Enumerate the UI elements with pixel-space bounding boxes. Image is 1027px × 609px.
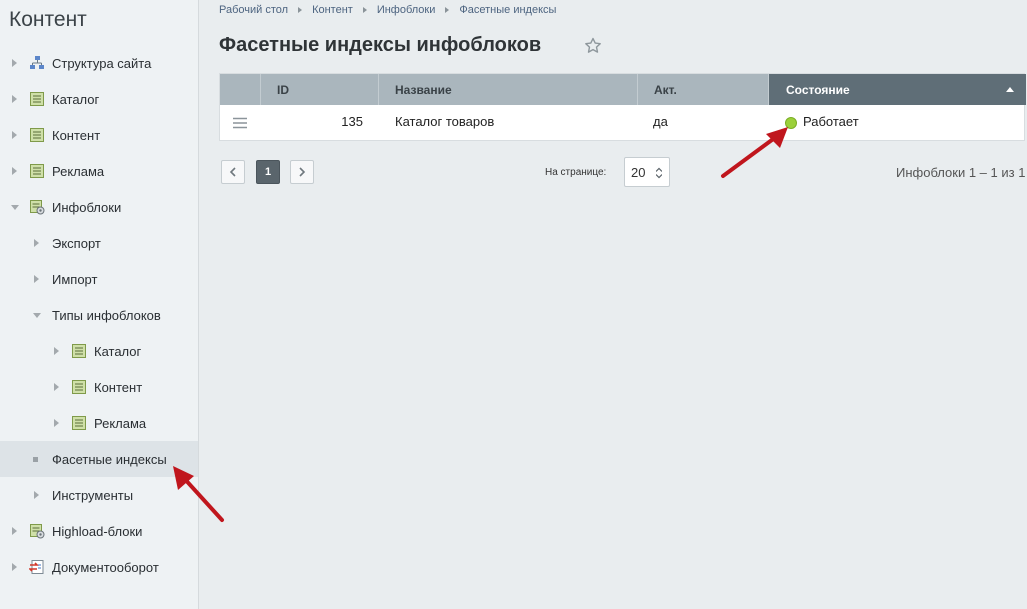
- sidebar-item-label: Контент: [52, 127, 101, 143]
- sidebar-item-label: Инфоблоки: [52, 199, 122, 215]
- sidebar-item-type-ads[interactable]: Реклама: [0, 405, 198, 441]
- sidebar-item-catalog[interactable]: Каталог: [0, 81, 198, 117]
- expand-arrow-icon[interactable]: [34, 491, 39, 499]
- cell-name: Каталог товаров: [395, 114, 495, 129]
- sidebar-item-label: Реклама: [94, 415, 147, 431]
- sidebar-item-label: Реклама: [52, 163, 105, 179]
- cell-id: 135: [341, 114, 363, 129]
- sidebar-item-content[interactable]: Контент: [0, 117, 198, 153]
- sidebar-item-label: Каталог: [52, 91, 100, 107]
- cell-status: Работает: [803, 114, 859, 129]
- breadcrumb-separator-icon: [298, 7, 303, 13]
- document-list-icon: [30, 92, 44, 106]
- expand-arrow-icon[interactable]: [34, 275, 39, 283]
- breadcrumb-separator-icon: [445, 7, 450, 13]
- document-list-icon: [72, 416, 86, 430]
- breadcrumb-separator-icon: [362, 7, 367, 13]
- site-structure-icon: [30, 56, 44, 69]
- favorite-star-icon[interactable]: [584, 37, 602, 55]
- column-header-active[interactable]: Акт.: [638, 74, 769, 105]
- chevron-right-icon: [299, 167, 306, 177]
- chevron-left-icon: [229, 167, 236, 177]
- document-list-icon: [30, 128, 44, 142]
- sidebar-item-type-content[interactable]: Контент: [0, 369, 198, 405]
- sidebar-item-label: Контент: [94, 379, 143, 395]
- row-menu-icon[interactable]: [233, 117, 247, 129]
- grid-header: ID Название Акт. Состояние: [220, 74, 1026, 105]
- grid-header-actions: [220, 74, 261, 105]
- sidebar-item-workflow[interactable]: Документооборот: [0, 549, 198, 585]
- collapse-arrow-icon[interactable]: [33, 313, 41, 318]
- breadcrumb-link-iblocks[interactable]: Инфоблоки: [377, 4, 436, 16]
- next-page-button[interactable]: [290, 160, 314, 184]
- sidebar-item-label: Инструменты: [52, 487, 134, 503]
- expand-arrow-icon[interactable]: [54, 419, 59, 427]
- sidebar-item-iblock-types[interactable]: Типы инфоблоков: [0, 297, 198, 333]
- expand-arrow-icon[interactable]: [12, 59, 17, 67]
- sidebar-item-label: Структура сайта: [52, 55, 152, 71]
- breadcrumb-link-content[interactable]: Контент: [312, 4, 353, 16]
- iblock-gear-icon: [30, 524, 45, 539]
- bullet-icon: [33, 457, 38, 462]
- cell-active: да: [653, 114, 668, 129]
- expand-arrow-icon[interactable]: [54, 347, 59, 355]
- sort-asc-icon: [1006, 87, 1014, 92]
- sidebar-item-label: Документооборот: [52, 559, 159, 575]
- column-header-name[interactable]: Название: [379, 74, 638, 105]
- annotation-arrow-facet: [173, 466, 224, 522]
- expand-arrow-icon[interactable]: [12, 167, 17, 175]
- per-page-label: На странице:: [545, 167, 607, 178]
- sidebar-item-export[interactable]: Экспорт: [0, 225, 198, 261]
- sidebar-title: Контент: [9, 8, 87, 31]
- sidebar-item-iblocks[interactable]: Инфоблоки: [0, 189, 198, 225]
- workflow-icon: [29, 560, 44, 574]
- iblock-gear-icon: [30, 200, 45, 215]
- collapse-arrow-icon[interactable]: [11, 205, 19, 210]
- pagination-total: Инфоблоки 1 – 1 из 1: [896, 165, 1026, 180]
- sidebar-item-label: Экспорт: [52, 235, 101, 251]
- page-title: Фасетные индексы инфоблоков: [219, 34, 542, 56]
- expand-arrow-icon[interactable]: [34, 239, 39, 247]
- per-page-value: 20: [631, 164, 646, 180]
- document-list-icon: [72, 344, 86, 358]
- sidebar-item-label: Фасетные индексы: [52, 451, 167, 467]
- page-button-current[interactable]: 1: [256, 160, 280, 184]
- breadcrumb-link-desktop[interactable]: Рабочий стол: [219, 4, 288, 16]
- breadcrumb-link-facet-indexes[interactable]: Фасетные индексы: [459, 4, 556, 16]
- per-page-select[interactable]: 20: [624, 157, 670, 187]
- column-header-status-label: Состояние: [786, 82, 850, 97]
- sidebar-item-type-catalog[interactable]: Каталог: [0, 333, 198, 369]
- expand-arrow-icon[interactable]: [54, 383, 59, 391]
- expand-arrow-icon[interactable]: [12, 95, 17, 103]
- document-list-icon: [30, 164, 44, 178]
- select-arrows-icon: [656, 167, 662, 179]
- breadcrumb: Рабочий стол Контент Инфоблоки Фасетные …: [219, 4, 556, 16]
- column-header-status[interactable]: Состояние: [769, 74, 1026, 105]
- prev-page-button[interactable]: [221, 160, 245, 184]
- expand-arrow-icon[interactable]: [12, 131, 17, 139]
- expand-arrow-icon[interactable]: [12, 563, 17, 571]
- sidebar-item-label: Highload-блоки: [52, 523, 143, 539]
- expand-arrow-icon[interactable]: [12, 527, 17, 535]
- sidebar-item-site-structure[interactable]: Структура сайта: [0, 45, 198, 81]
- document-list-icon: [72, 380, 86, 394]
- iblocks-grid: ID Название Акт. Состояние 135 Каталог т…: [219, 73, 1026, 141]
- sidebar-item-ads[interactable]: Реклама: [0, 153, 198, 189]
- sidebar-item-label: Импорт: [52, 271, 98, 287]
- sidebar-item-import[interactable]: Импорт: [0, 261, 198, 297]
- annotation-arrow-status: [721, 127, 788, 178]
- sidebar-item-label: Типы инфоблоков: [52, 307, 161, 323]
- sidebar-item-label: Каталог: [94, 343, 142, 359]
- column-header-id[interactable]: ID: [261, 74, 379, 105]
